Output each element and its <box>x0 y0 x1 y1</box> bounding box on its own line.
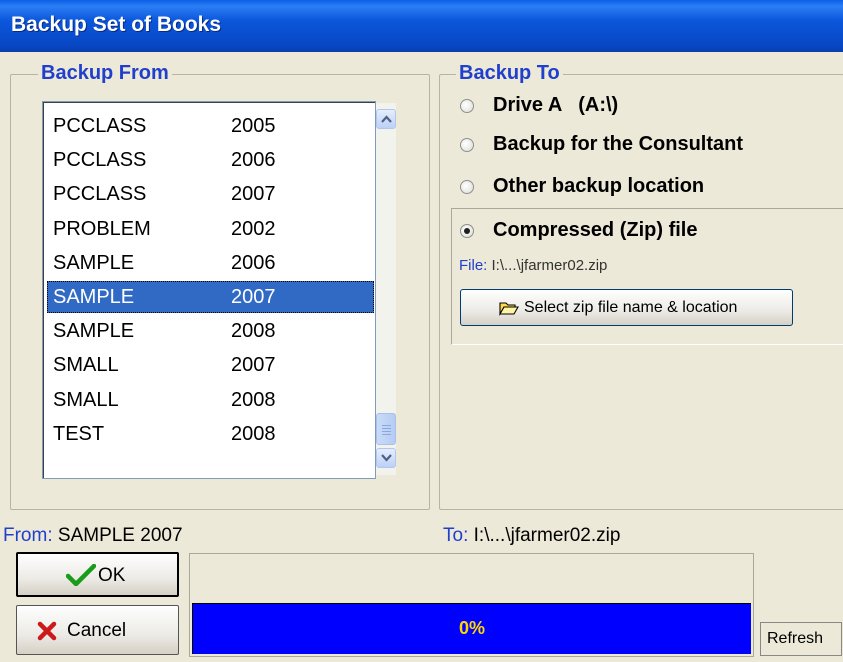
to-key: To: <box>443 525 469 546</box>
refresh-button[interactable]: Refresh <box>760 622 842 656</box>
backup-from-title: Backup From <box>38 62 172 85</box>
book-year: 2007 <box>231 183 276 206</box>
book-year: 2007 <box>231 286 276 308</box>
book-year: 2008 <box>231 422 276 445</box>
book-name: SMALL <box>53 388 119 411</box>
book-year: 2008 <box>231 388 276 411</box>
from-status: From: SAMPLE 2007 <box>3 525 183 547</box>
backup-to-title: Backup To <box>456 62 563 85</box>
book-name: PCCLASS <box>53 115 147 137</box>
book-list-item[interactable]: PCCLASS 2006 <box>47 144 374 176</box>
file-value: I:\...\jfarmer02.zip <box>491 257 608 274</box>
x-icon <box>37 621 57 641</box>
book-list-item[interactable]: SAMPLE 2008 <box>47 315 374 347</box>
book-name: SMALL <box>53 354 119 377</box>
book-name: PCCLASS <box>53 183 147 206</box>
folder-open-icon <box>499 302 519 316</box>
book-name: SAMPLE <box>53 251 135 274</box>
book-name: SAMPLE <box>53 286 135 308</box>
book-list-item[interactable]: PROBLEM 2002 <box>47 213 374 245</box>
book-name: SAMPLE <box>53 320 135 343</box>
book-year: 2006 <box>231 251 276 274</box>
check-icon <box>66 564 96 586</box>
book-year: 2002 <box>231 217 276 240</box>
scroll-down-button[interactable] <box>376 448 396 468</box>
progress-bar: 0% <box>192 603 751 654</box>
refresh-label: Refresh <box>767 630 824 647</box>
radio-label: Drive A (A:\) <box>493 94 619 116</box>
book-list-item[interactable]: TEST 2008 <box>47 418 374 450</box>
title-bar: Backup Set of Books <box>0 0 843 52</box>
book-list-item[interactable]: SAMPLE 2006 <box>47 247 374 279</box>
ok-label: OK <box>98 565 126 586</box>
book-year: 2007 <box>231 354 276 377</box>
book-name: TEST <box>53 422 105 445</box>
book-name: PCCLASS <box>53 149 147 172</box>
book-year: 2005 <box>231 115 276 137</box>
select-zip-label: Select zip file name & location <box>524 299 738 316</box>
file-key: File: <box>459 257 488 274</box>
radio-button[interactable] <box>460 224 474 238</box>
select-zip-button[interactable]: Select zip file name & location <box>460 289 793 326</box>
progress-text: 0% <box>458 618 485 638</box>
radio-label: Backup for the Consultant <box>493 133 744 155</box>
book-list-item[interactable]: SAMPLE 2007 <box>47 281 374 313</box>
radio-button[interactable] <box>460 99 474 113</box>
book-year: 2006 <box>231 149 276 172</box>
cancel-button[interactable]: Cancel <box>16 605 179 655</box>
book-year: 2008 <box>231 320 276 343</box>
ok-button[interactable]: OK <box>16 552 179 597</box>
window-title: Backup Set of Books <box>11 13 222 36</box>
book-list-item[interactable]: PCCLASS 2007 <box>47 178 374 210</box>
scroll-up-button[interactable] <box>376 109 396 129</box>
radio-button[interactable] <box>460 138 474 152</box>
cancel-label: Cancel <box>67 620 127 641</box>
to-value: I:\...\jfarmer02.zip <box>473 525 621 546</box>
from-value: SAMPLE 2007 <box>57 525 183 546</box>
book-list[interactable]: PCCLASS 2005 PCCLASS 2006 PCCLASS 2007 PROBLEM… <box>42 101 376 479</box>
scroll-thumb[interactable] <box>376 413 396 445</box>
radio-button[interactable] <box>460 180 474 194</box>
book-list-item[interactable]: SMALL 2008 <box>47 384 374 416</box>
chevron-up-icon <box>381 115 392 123</box>
radio-label: Compressed (Zip) file <box>493 219 698 241</box>
book-name: PROBLEM <box>53 217 151 240</box>
list-scrollbar[interactable] <box>376 103 396 475</box>
book-list-item[interactable]: SMALL 2007 <box>47 349 374 381</box>
to-status: To: I:\...\jfarmer02.zip <box>443 525 620 547</box>
chevron-down-icon <box>381 454 392 462</box>
from-key: From: <box>3 525 53 546</box>
radio-label: Other backup location <box>493 175 705 197</box>
book-list-item[interactable]: PCCLASS 2005 <box>47 110 374 142</box>
zip-file-path: File: I:\...\jfarmer02.zip <box>459 257 607 274</box>
